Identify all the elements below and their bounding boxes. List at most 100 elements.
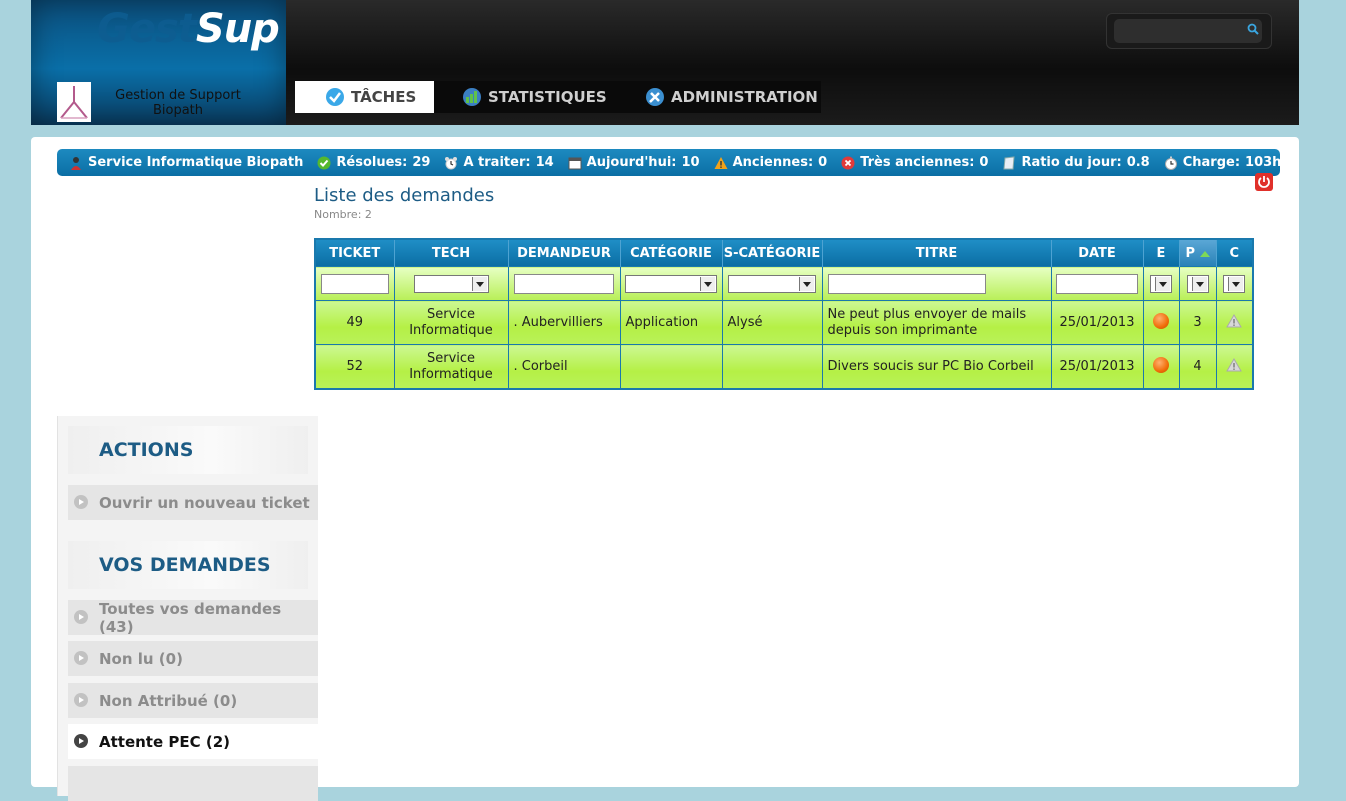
cell-criticality[interactable] (1215, 344, 1254, 390)
cell-subcategory[interactable]: Alysé (721, 300, 823, 345)
cell-date[interactable]: 25/01/2013 (1050, 300, 1144, 345)
cell-state[interactable] (1142, 300, 1180, 345)
check-circle-icon (317, 156, 331, 169)
table-row[interactable]: 49 Service Informatique . Aubervilliers … (314, 300, 1254, 345)
company-logo (57, 82, 91, 122)
chevron-down-icon (471, 276, 487, 291)
filter-tech-select[interactable] (413, 274, 489, 293)
power-icon[interactable] (1255, 173, 1273, 191)
cell-priority[interactable]: 3 (1178, 300, 1217, 345)
filter-criticality-select[interactable] (1223, 274, 1246, 293)
tab-taches[interactable]: TÂCHES (295, 81, 434, 113)
app-logo[interactable]: GestSup (97, 6, 280, 52)
search-icon[interactable] (1247, 23, 1259, 35)
cell-date[interactable]: 25/01/2013 (1050, 344, 1144, 390)
col-criticality[interactable]: C (1216, 239, 1254, 267)
cell-tech[interactable]: Service Informatique (393, 344, 509, 390)
cell-ticket[interactable]: 52 (314, 344, 395, 390)
status-today[interactable]: Aujourd'hui: 10 (568, 155, 700, 170)
col-subcategory[interactable]: S-CATÉGORIE (722, 239, 823, 267)
cell-requester[interactable]: . Aubervilliers (507, 300, 621, 345)
status-old[interactable]: Anciennes: 0 (714, 155, 827, 170)
warning-icon (1226, 357, 1243, 371)
sidebar-item-all-requests[interactable]: Toutes vos demandes (43) (68, 599, 318, 636)
col-requester[interactable]: DEMANDEUR (508, 239, 621, 267)
user-icon (71, 156, 81, 170)
cell-tech-line1: Service (426, 350, 476, 366)
filter-priority-cell (1178, 266, 1217, 301)
warning-icon (714, 156, 728, 169)
cell-tech[interactable]: Service Informatique (393, 300, 509, 345)
col-ticket[interactable]: TICKET (315, 239, 395, 267)
status-load[interactable]: Charge: 103h (1164, 155, 1282, 170)
col-category[interactable]: CATÉGORIE (620, 239, 723, 267)
search-box (1106, 13, 1272, 49)
cell-title-line2: depuis son imprimante (827, 322, 978, 338)
warning-icon (1226, 313, 1243, 327)
col-title[interactable]: TITRE (822, 239, 1052, 267)
sidebar-item-unassigned[interactable]: Non Attribué (0) (68, 683, 318, 718)
col-state[interactable]: E (1143, 239, 1180, 267)
search-input[interactable] (1114, 19, 1262, 43)
header: GestSup Gestion de Support Biopath TÂCHE… (31, 0, 1299, 125)
sidebar-item-label: Non lu (0) (99, 649, 183, 668)
tickets-table: TICKET TECH DEMANDEUR CATÉGORIE S-CATÉGO… (314, 238, 1254, 390)
page-title: Liste des demandes (314, 185, 495, 206)
sidebar-item-next[interactable] (68, 766, 318, 801)
new-ticket-link[interactable]: Ouvrir un nouveau ticket (68, 485, 318, 520)
status-resolved[interactable]: Résolues: 29 (317, 155, 430, 170)
cell-category[interactable] (619, 344, 723, 390)
chevron-down-icon (1228, 276, 1244, 291)
status-ratio[interactable]: Ratio du jour: 0.8 (1002, 155, 1150, 170)
filter-subcategory-select[interactable] (728, 274, 816, 293)
filter-category-select[interactable] (625, 274, 717, 293)
cell-state[interactable] (1142, 344, 1180, 390)
actions-heading: ACTIONS (68, 426, 308, 474)
cell-title[interactable]: Ne peut plus envoyer de mails depuis son… (821, 300, 1052, 345)
table-row[interactable]: 52 Service Informatique . Corbeil Divers… (314, 344, 1254, 390)
filter-ticket-input[interactable] (320, 273, 389, 294)
cell-requester[interactable]: . Corbeil (507, 344, 621, 390)
logo-zone: GestSup Gestion de Support Biopath (31, 0, 286, 125)
filter-title-cell (821, 266, 1052, 301)
col-date[interactable]: DATE (1051, 239, 1144, 267)
cell-subcategory[interactable] (721, 344, 823, 390)
cell-ticket[interactable]: 49 (314, 300, 395, 345)
load-label: Charge: (1182, 155, 1241, 170)
notepad-icon (1003, 155, 1015, 169)
bullet-arrow-icon (74, 651, 88, 665)
cell-category[interactable]: Application (619, 300, 723, 345)
filter-priority-select[interactable] (1186, 274, 1209, 293)
status-todo[interactable]: A traiter: 14 (444, 155, 554, 170)
stopwatch-icon (1164, 156, 1177, 170)
filter-requester-cell (507, 266, 621, 301)
cell-tech-line2: Informatique (409, 366, 493, 382)
tab-statistiques[interactable]: STATISTIQUES (462, 81, 607, 113)
content-panel: Service Informatique Biopath Résolues: 2… (31, 137, 1299, 801)
filter-state-select[interactable] (1150, 274, 1172, 293)
chevron-down-icon (700, 276, 715, 291)
sidebar-item-pending[interactable]: Attente PEC (2) (68, 724, 318, 759)
sidebar-item-unread[interactable]: Non lu (0) (68, 641, 318, 676)
col-tech[interactable]: TECH (394, 239, 509, 267)
filter-date-input[interactable] (1056, 273, 1138, 294)
filter-title-input[interactable] (827, 273, 986, 294)
filter-requester-input[interactable] (514, 273, 614, 294)
tab-administration[interactable]: ADMINISTRATION (645, 81, 818, 113)
todo-value: 14 (535, 155, 554, 170)
state-dot-icon (1153, 356, 1169, 373)
col-priority[interactable]: P (1179, 239, 1217, 267)
check-icon (326, 88, 344, 106)
sidebar-item-label: Toutes vos demandes (43) (99, 599, 282, 636)
load-value: 103h (1245, 155, 1282, 170)
chevron-down-icon (799, 276, 814, 291)
cell-tech-line1: Service (426, 306, 476, 322)
ticket-count: Nombre: 2 (314, 208, 372, 221)
service-name: Service Informatique Biopath (88, 155, 304, 170)
filter-subcategory-cell (721, 266, 823, 301)
cell-title[interactable]: Divers soucis sur PC Bio Corbeil (821, 344, 1052, 390)
tools-icon (646, 88, 664, 106)
cell-criticality[interactable] (1215, 300, 1254, 345)
status-very-old[interactable]: Très anciennes: 0 (841, 155, 988, 170)
cell-priority[interactable]: 4 (1178, 344, 1217, 390)
